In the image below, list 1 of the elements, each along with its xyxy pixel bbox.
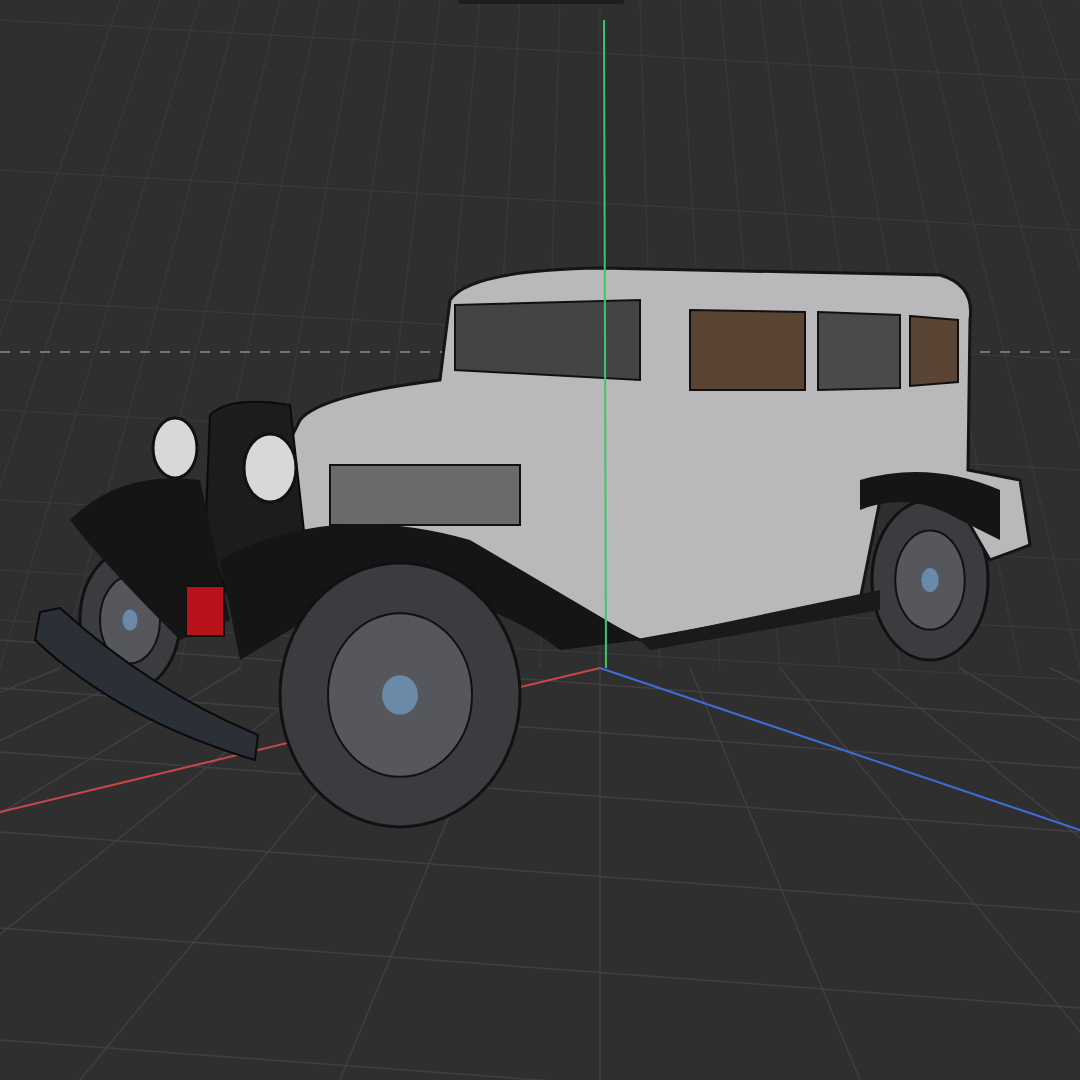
3d-viewport[interactable] xyxy=(0,0,1080,1080)
